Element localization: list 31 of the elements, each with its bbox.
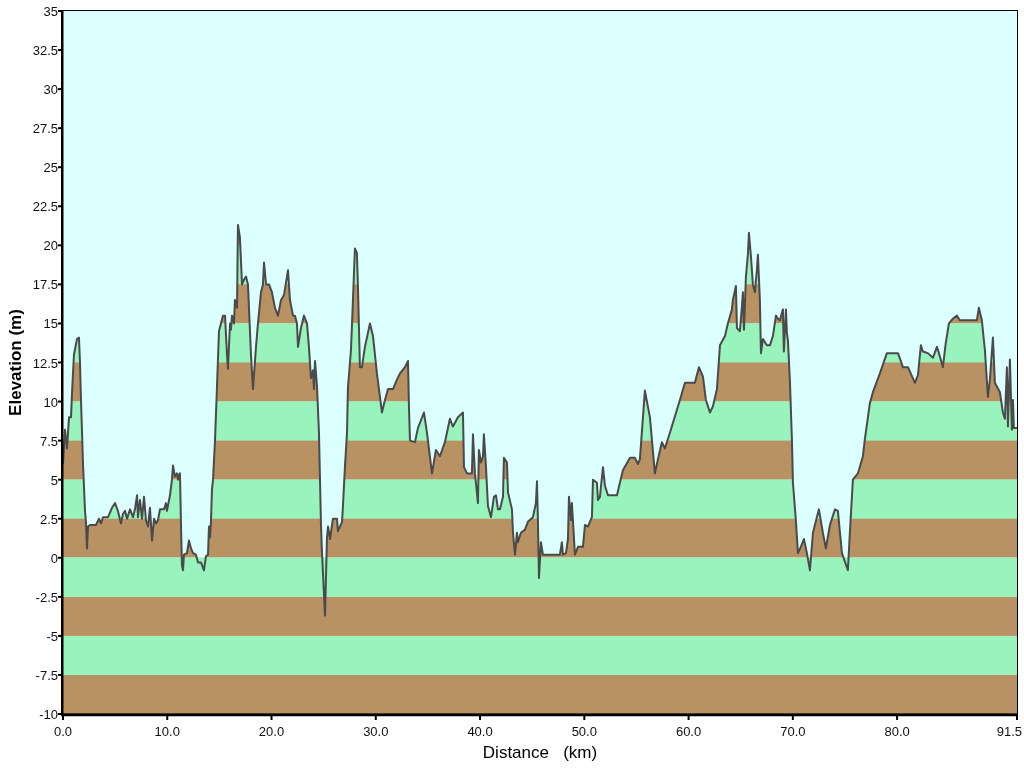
x-tick-label: 40.0	[467, 724, 493, 739]
x-axis-title: Distance (km)	[482, 743, 598, 762]
y-tick-label: 12.5	[32, 355, 58, 371]
x-tick-label: 20.0	[258, 724, 285, 739]
y-tick-label: 7.5	[39, 433, 58, 449]
y-tick-label: 15	[43, 316, 58, 332]
x-tick-label: 60.0	[675, 724, 702, 739]
y-tick-label: 5	[50, 472, 58, 488]
x-tick-label: 80.0	[884, 724, 910, 739]
y-tick-label: 22.5	[32, 199, 58, 215]
y-tick-label: 0	[50, 550, 58, 566]
y-tick-label: 25	[43, 160, 58, 176]
y-tick-label: 30	[43, 82, 58, 98]
x-tick-label: 0.0	[53, 724, 73, 739]
y-tick-label: 20	[43, 238, 58, 254]
y-tick-label: -5	[46, 628, 58, 644]
y-axis-title: Elevation (m)	[6, 309, 25, 416]
y-tick-label: 2.5	[39, 511, 58, 527]
y-tick-label: 27.5	[32, 121, 58, 137]
y-tick-label: 35	[43, 4, 58, 19]
x-tick-label: 91.5	[996, 724, 1022, 739]
x-tick-label: 70.0	[780, 724, 806, 739]
y-tick-label: 32.5	[32, 43, 58, 59]
x-tick-label: 30.0	[363, 724, 389, 739]
x-tick-label: 50.0	[571, 724, 597, 739]
y-tick-label: -2.5	[35, 589, 58, 605]
y-tick-label: 10	[43, 394, 58, 410]
x-tick-label: 10.0	[154, 724, 180, 739]
y-tick-label: 17.5	[32, 277, 58, 293]
y-tick-label: -7.5	[35, 667, 58, 683]
y-tick-label: -10	[39, 707, 58, 722]
